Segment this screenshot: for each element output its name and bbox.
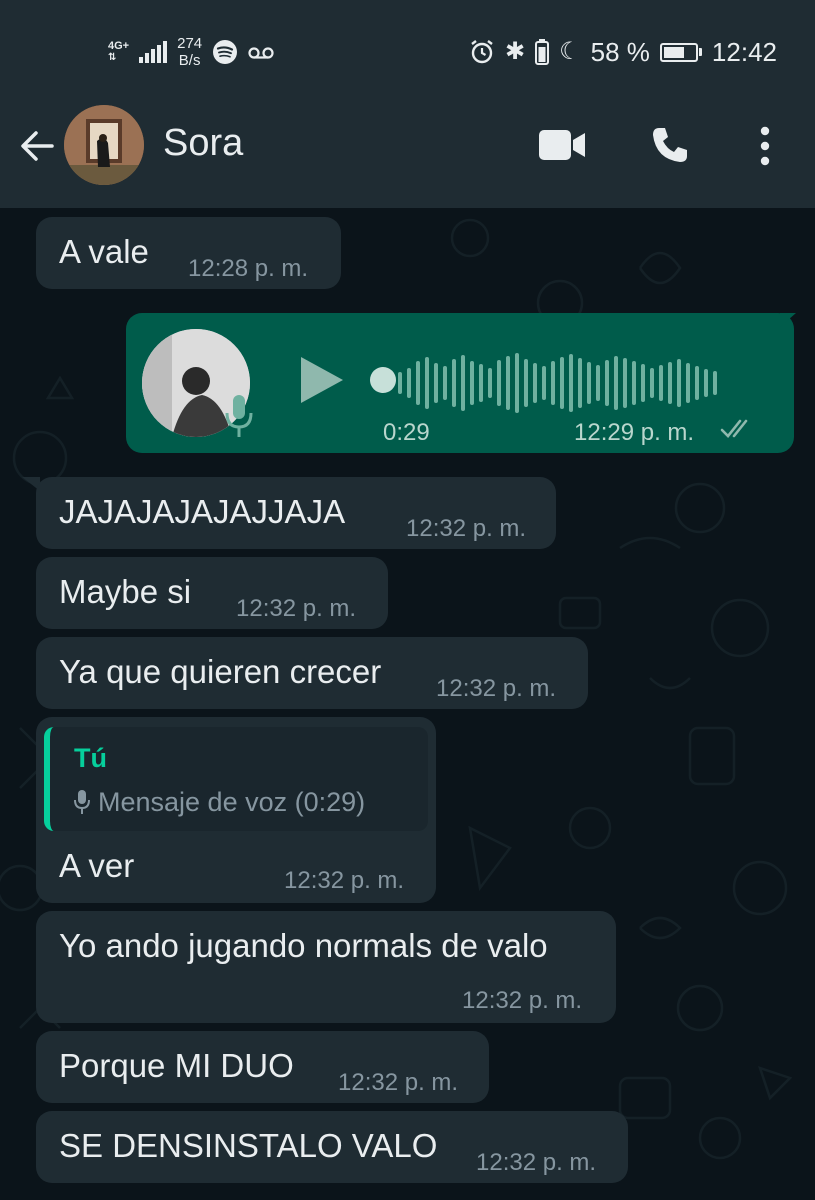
message-time: 12:32 p. m.	[406, 515, 527, 542]
bubble-tail	[780, 313, 796, 327]
message-time: 12:32 p. m.	[476, 1149, 597, 1176]
message-text: Yo ando jugando normals de valo	[59, 927, 548, 964]
network-speed: 274 B/s	[177, 35, 202, 69]
waveform-bar	[497, 360, 501, 406]
microphone-icon	[74, 790, 90, 814]
waveform-bar	[713, 371, 717, 395]
waveform-bar	[569, 354, 573, 412]
status-right: ✱ ☾ 58 % 12:42	[469, 28, 777, 76]
do-not-disturb-moon-icon: ☾	[559, 38, 581, 65]
message-time: 12:32 p. m.	[236, 595, 357, 622]
status-left: 4G+ ⇅ 274 B/s	[108, 28, 274, 76]
waveform-bar	[641, 364, 645, 402]
waveform-bar	[578, 358, 582, 408]
message-bubble[interactable]: Ya que quieren crecer 12:32 p. m.	[36, 637, 588, 709]
clock-time: 12:42	[711, 36, 777, 67]
speed-unit: B/s	[178, 52, 201, 69]
message-text: A ver	[59, 847, 135, 884]
battery-percent: 58 %	[590, 36, 650, 67]
video-call-icon[interactable]	[538, 128, 586, 162]
quoted-message[interactable]: Tú Mensaje de voz (0:29)	[44, 727, 428, 831]
voice-message-bubble[interactable]: 0:29 12:29 p. m.	[126, 313, 794, 453]
message-time: 12:29 p. m.	[574, 419, 695, 446]
waveform-bar	[524, 359, 528, 407]
quoted-author: Tú	[74, 743, 107, 773]
message-text: Porque MI DUO	[59, 1047, 294, 1084]
waveform-bar	[605, 360, 609, 406]
waveform-bar	[686, 363, 690, 403]
waveform-bar	[551, 361, 555, 405]
read-receipt-double-check-icon	[720, 419, 748, 438]
voice-call-icon[interactable]	[650, 125, 690, 165]
message-bubble[interactable]: JAJAJAJAJAJJAJA 12:32 p. m.	[36, 477, 556, 549]
message-text: JAJAJAJAJAJJAJA	[59, 493, 346, 530]
message-bubble[interactable]: Yo ando jugando normals de valo 12:32 p.…	[36, 911, 616, 1023]
waveform-bar	[488, 368, 492, 398]
message-time: 12:32 p. m.	[436, 675, 557, 702]
message-text: SE DENSINSTALO VALO	[59, 1127, 438, 1164]
waveform-bar	[614, 356, 618, 410]
message-bubble[interactable]: Maybe si 12:32 p. m.	[36, 557, 388, 629]
waveform-bar	[515, 353, 519, 413]
message-bubble[interactable]: SE DENSINSTALO VALO 12:32 p. m.	[36, 1111, 628, 1183]
waveform-bar	[542, 366, 546, 400]
microphone-icon	[225, 395, 253, 437]
waveform-bar	[596, 365, 600, 401]
network-type: 4G+ ⇅	[108, 40, 130, 64]
waveform-bar	[470, 361, 474, 405]
more-options-icon[interactable]	[758, 126, 772, 166]
waveform-bar	[632, 361, 636, 405]
voice-waveform[interactable]	[398, 343, 717, 423]
waveform-bar	[506, 356, 510, 410]
message-text: A vale	[59, 233, 149, 270]
speed-value: 274	[177, 35, 203, 52]
message-time: 12:32 p. m.	[284, 867, 405, 894]
waveform-bar	[461, 355, 465, 411]
waveform-bar	[407, 368, 411, 398]
battery-saver-icon	[535, 39, 550, 65]
waveform-bar	[416, 361, 420, 405]
network-label: 4G+	[108, 40, 130, 52]
voicemail-icon	[248, 47, 274, 59]
waveform-bar	[425, 357, 429, 409]
message-time: 12:32 p. m.	[338, 1069, 459, 1096]
message-bubble[interactable]: A vale 12:28 p. m.	[36, 217, 341, 289]
waveform-bar	[659, 365, 663, 401]
waveform-bar	[623, 358, 627, 408]
spotify-icon	[213, 40, 238, 64]
message-bubble[interactable]: Porque MI DUO 12:32 p. m.	[36, 1031, 489, 1103]
waveform-bar	[560, 357, 564, 409]
message-text: Maybe si	[59, 573, 192, 610]
contact-name[interactable]: Sora	[163, 122, 243, 165]
quoted-text: Mensaje de voz (0:29)	[98, 787, 366, 817]
contact-avatar[interactable]	[64, 105, 144, 185]
waveform-bar	[587, 362, 591, 404]
waveform-bar	[668, 362, 672, 404]
voice-duration: 0:29	[383, 419, 430, 446]
message-time: 12:32 p. m.	[462, 987, 583, 1014]
waveform-bar	[398, 372, 402, 394]
bluetooth-icon: ✱	[505, 38, 526, 65]
waveform-bar	[434, 363, 438, 403]
battery-icon	[659, 42, 702, 62]
waveform-bar	[650, 368, 654, 398]
play-icon[interactable]	[298, 355, 346, 405]
waveform-bar	[704, 369, 708, 397]
message-time: 12:28 p. m.	[188, 255, 309, 282]
data-arrows-icon: ⇅	[108, 52, 117, 63]
signal-icon	[139, 41, 168, 63]
status-bar: 4G+ ⇅ 274 B/s ✱ ☾ 58 % 12:42	[0, 0, 815, 98]
message-text: Ya que quieren crecer	[59, 653, 382, 690]
waveform-bar	[443, 366, 447, 400]
waveform-bar	[452, 359, 456, 407]
waveform-bar	[533, 363, 537, 403]
alarm-icon	[471, 40, 493, 64]
waveform-bar	[695, 366, 699, 400]
waveform-bar	[479, 364, 483, 402]
playback-thumb[interactable]	[370, 367, 396, 393]
back-arrow-icon[interactable]	[18, 126, 58, 166]
waveform-bar	[677, 359, 681, 407]
